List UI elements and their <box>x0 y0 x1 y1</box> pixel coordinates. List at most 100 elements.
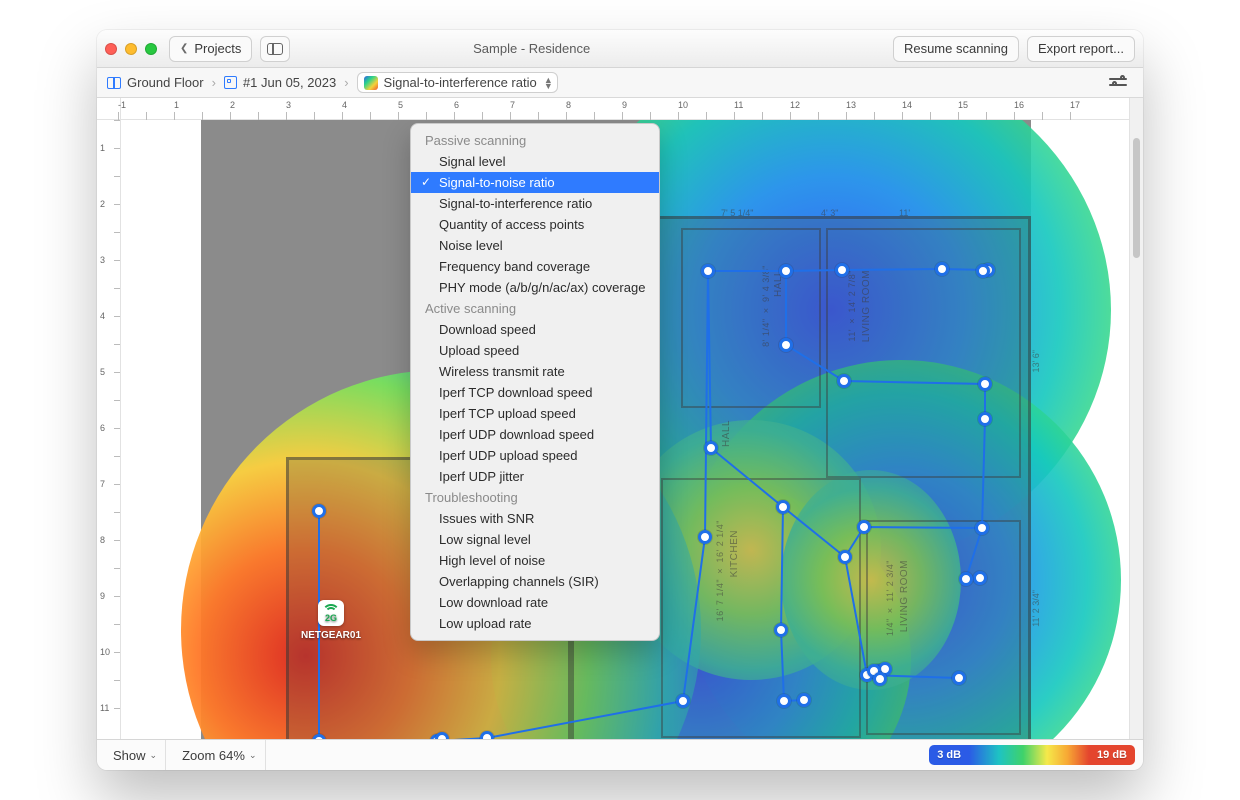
resume-scanning-button[interactable]: Resume scanning <box>893 36 1019 62</box>
heatmap-type-selector[interactable]: Signal-to-interference ratio ▲▼ <box>357 72 558 93</box>
dropdown-item[interactable]: Signal-to-interference ratio <box>411 193 659 214</box>
dropdown-item[interactable]: PHY mode (a/b/g/n/ac/ax) coverage <box>411 277 659 298</box>
visualization-settings-button[interactable] <box>1103 70 1133 96</box>
title-bar: ❮ Projects Sample - Residence Resume sca… <box>97 30 1143 68</box>
survey-point[interactable] <box>835 263 849 277</box>
dropdown-item[interactable]: Upload speed <box>411 340 659 361</box>
dropdown-item[interactable]: Signal level <box>411 151 659 172</box>
survey-point[interactable] <box>435 732 449 739</box>
ruler-tick: 14 <box>902 100 912 110</box>
updown-chevrons-icon: ▲▼ <box>544 77 553 89</box>
status-bar: Show ⌄ Zoom 64% ⌄ 3 dB 19 dB <box>97 739 1143 770</box>
breadcrumb-snapshot-label: #1 Jun 05, 2023 <box>243 75 336 90</box>
dropdown-item[interactable]: Noise level <box>411 235 659 256</box>
survey-point[interactable] <box>978 412 992 426</box>
breadcrumb-floor[interactable]: Ground Floor <box>107 75 204 90</box>
export-report-button[interactable]: Export report... <box>1027 36 1135 62</box>
survey-point[interactable] <box>704 441 718 455</box>
survey-point[interactable] <box>838 550 852 564</box>
ruler-tick: 5 <box>100 367 105 377</box>
dropdown-item[interactable]: Frequency band coverage <box>411 256 659 277</box>
ruler-tick: 3 <box>100 255 105 265</box>
snapshot-icon <box>224 76 237 89</box>
zoom-menu[interactable]: Zoom 64% ⌄ <box>174 740 265 770</box>
dropdown-item[interactable]: Signal-to-noise ratio <box>411 172 659 193</box>
dropdown-item[interactable]: Iperf TCP download speed <box>411 382 659 403</box>
survey-point[interactable] <box>774 623 788 637</box>
dropdown-item[interactable]: Wireless transmit rate <box>411 361 659 382</box>
wifi-band-label: 2G <box>325 613 337 623</box>
legend-low-label: 3 dB <box>929 745 969 765</box>
survey-point[interactable] <box>935 262 949 276</box>
dropdown-item[interactable]: Iperf UDP download speed <box>411 424 659 445</box>
survey-point[interactable] <box>975 521 989 535</box>
ruler-horizontal: -11234567891011121314151617 <box>121 98 1129 120</box>
survey-point[interactable] <box>777 694 791 708</box>
dropdown-group-header: Passive scanning <box>411 130 659 151</box>
ruler-tick: 17 <box>1070 100 1080 110</box>
heatmap-icon <box>364 76 378 90</box>
survey-point[interactable] <box>837 374 851 388</box>
dropdown-item[interactable]: Low signal level <box>411 529 659 550</box>
heatmap-type-label: Signal-to-interference ratio <box>384 75 537 90</box>
vertical-scrollbar[interactable] <box>1129 98 1143 739</box>
dropdown-item[interactable]: Download speed <box>411 319 659 340</box>
survey-point[interactable] <box>480 731 494 739</box>
access-point-marker[interactable]: 2G NETGEAR01 <box>301 600 361 641</box>
maximize-window-button[interactable] <box>145 43 157 55</box>
dropdown-item[interactable]: Low download rate <box>411 592 659 613</box>
survey-point[interactable] <box>779 264 793 278</box>
survey-point[interactable] <box>676 694 690 708</box>
minimize-window-button[interactable] <box>125 43 137 55</box>
dropdown-item[interactable]: Overlapping channels (SIR) <box>411 571 659 592</box>
breadcrumb-floor-label: Ground Floor <box>127 75 204 90</box>
dropdown-item[interactable]: Issues with SNR <box>411 508 659 529</box>
survey-point[interactable] <box>857 520 871 534</box>
access-point-name: NETGEAR01 <box>301 630 361 641</box>
dropdown-item[interactable]: Low upload rate <box>411 613 659 634</box>
survey-point[interactable] <box>312 504 326 518</box>
survey-point[interactable] <box>952 671 966 685</box>
show-menu[interactable]: Show ⌄ <box>105 740 166 770</box>
canvas-area: -11234567891011121314151617 123456789101… <box>97 98 1143 739</box>
ruler-tick: 5 <box>398 100 403 110</box>
chevron-right-icon: › <box>344 75 348 90</box>
ruler-tick: 10 <box>678 100 688 110</box>
survey-point[interactable] <box>978 377 992 391</box>
ruler-tick: 8 <box>100 535 105 545</box>
chevron-right-icon: › <box>212 75 216 90</box>
survey-point[interactable] <box>701 264 715 278</box>
survey-point[interactable] <box>776 500 790 514</box>
survey-point[interactable] <box>698 530 712 544</box>
survey-point[interactable] <box>797 693 811 707</box>
ruler-tick: 9 <box>100 591 105 601</box>
survey-point[interactable] <box>973 571 987 585</box>
window-controls <box>105 43 157 55</box>
ruler-tick: 4 <box>342 100 347 110</box>
dropdown-item[interactable]: High level of noise <box>411 550 659 571</box>
chevron-down-icon: ⌄ <box>150 750 158 761</box>
dropdown-group-header: Troubleshooting <box>411 487 659 508</box>
dropdown-item[interactable]: Iperf TCP upload speed <box>411 403 659 424</box>
ruler-vertical: 1234567891011 <box>97 120 121 739</box>
ruler-tick: 6 <box>454 100 459 110</box>
survey-point[interactable] <box>959 572 973 586</box>
survey-point[interactable] <box>873 672 887 686</box>
zoom-label: Zoom 64% <box>182 748 245 763</box>
ruler-tick: 10 <box>100 647 110 657</box>
ruler-tick: 6 <box>100 423 105 433</box>
breadcrumb-snapshot[interactable]: #1 Jun 05, 2023 <box>224 75 336 90</box>
dropdown-item[interactable]: Quantity of access points <box>411 214 659 235</box>
ruler-tick: -1 <box>118 100 126 110</box>
dropdown-item[interactable]: Iperf UDP jitter <box>411 466 659 487</box>
survey-point[interactable] <box>779 338 793 352</box>
scrollbar-thumb[interactable] <box>1133 138 1140 258</box>
dropdown-item[interactable]: Iperf UDP upload speed <box>411 445 659 466</box>
close-window-button[interactable] <box>105 43 117 55</box>
wifi-band-badge: 2G <box>318 600 344 626</box>
survey-point[interactable] <box>976 264 990 278</box>
legend-gradient <box>969 745 1089 765</box>
sidebar-icon <box>267 43 283 55</box>
heatmap-canvas[interactable]: LIVING ROOM 11' × 14' 2 7/8" LIVING ROOM… <box>121 120 1129 739</box>
ruler-tick: 4 <box>100 311 105 321</box>
